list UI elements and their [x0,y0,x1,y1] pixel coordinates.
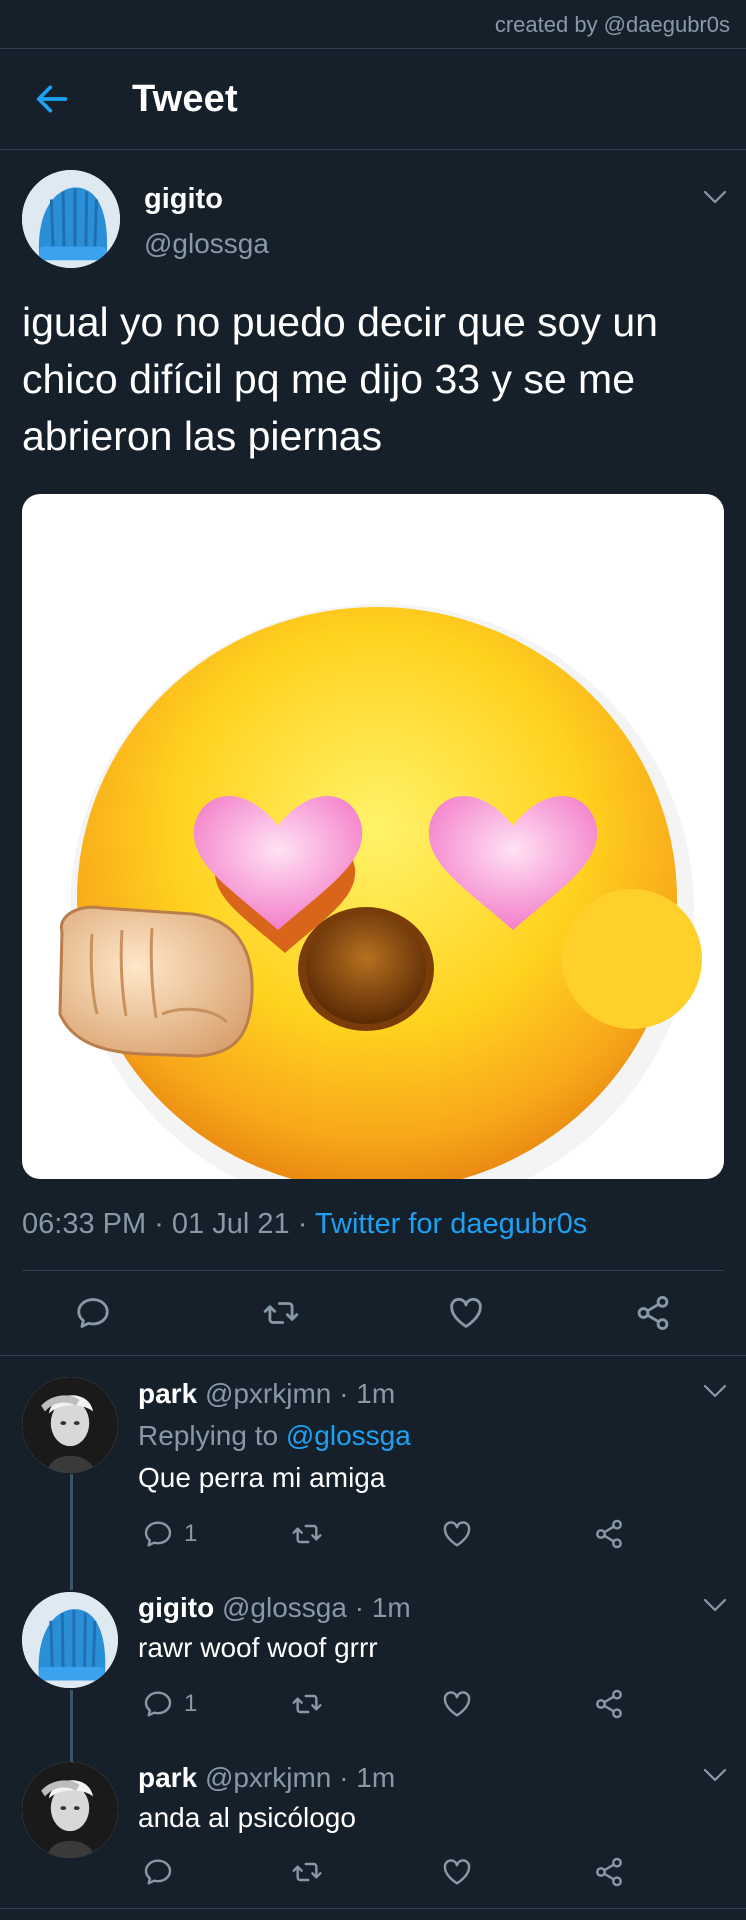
replying-to: Replying to @glossga [138,1420,411,1452]
reply-button[interactable]: 1 [142,1688,197,1720]
reply-text: Que perra mi amiga [138,1462,386,1493]
heart-icon [441,1518,473,1550]
reply-text: anda al psicólogo [138,1802,356,1833]
like-button[interactable] [441,1688,473,1720]
app-header: Tweet [0,50,746,148]
watermark-credit: created by @daegubr0s [494,12,730,37]
replying-to-label: Replying to [138,1420,286,1451]
arrow-left-icon [36,85,68,113]
meta-separator: · [297,1208,315,1240]
share-button[interactable] [634,1294,672,1332]
reply-icon [142,1856,174,1888]
divider [22,1270,724,1271]
like-button[interactable] [441,1856,473,1888]
reply-time: 1m [356,1762,396,1793]
reply-count: 1 [184,1690,198,1717]
chevron-down-icon[interactable] [703,190,727,204]
reply-count: 1 [184,1520,198,1547]
reply-header: park @pxrkjmn · 1m [138,1378,395,1410]
chevron-down-icon[interactable] [703,1598,727,1612]
share-button[interactable] [593,1518,625,1550]
reply-icon [142,1518,174,1550]
author-handle[interactable]: @glossga [144,228,269,260]
tweet-image[interactable] [22,494,724,1179]
reply-author-name[interactable]: gigito [138,1592,214,1623]
meta-separator: · [339,1762,357,1793]
retweet-button[interactable] [291,1518,323,1550]
reply-header: gigito @glossga · 1m [138,1592,411,1624]
page-title: Tweet [132,78,238,120]
mention-link[interactable]: @glossga [286,1420,411,1451]
share-icon [634,1294,672,1332]
share-icon [593,1518,625,1550]
tweet-meta: 06:33 PM · 01 Jul 21 · Twitter for daegu… [22,1208,587,1241]
retweet-icon [262,1294,300,1332]
meta-separator: · [154,1208,172,1240]
retweet-icon [291,1688,323,1720]
tweet-text: igual yo no puedo decir que soy un chico… [22,299,658,459]
retweet-button[interactable] [291,1688,323,1720]
reply-button[interactable] [142,1856,184,1888]
avatar[interactable] [22,1377,118,1473]
share-icon [593,1688,625,1720]
back-button[interactable] [32,79,72,119]
like-button[interactable] [441,1518,473,1550]
reply-author-name[interactable]: park [138,1762,197,1793]
like-button[interactable] [447,1294,485,1332]
meta-separator: · [354,1592,372,1623]
chevron-down-icon[interactable] [703,1768,727,1782]
reply-icon [74,1294,112,1332]
reply-time: 1m [356,1378,396,1409]
tweet-source-link[interactable]: Twitter for daegubr0s [315,1208,587,1240]
reply-button[interactable] [74,1294,112,1332]
divider [0,48,746,49]
divider [0,1908,746,1909]
reply-text: rawr woof woof grrr [138,1632,378,1663]
reply-author-handle[interactable]: @pxrkjmn [205,1762,331,1793]
thread-line [70,1474,73,1590]
thread-line [70,1690,73,1762]
retweet-button[interactable] [262,1294,300,1332]
avatar[interactable] [22,1762,118,1858]
reply-author-handle[interactable]: @pxrkjmn [205,1378,331,1409]
retweet-icon [291,1856,323,1888]
divider [0,149,746,150]
share-button[interactable] [593,1688,625,1720]
retweet-icon [291,1518,323,1550]
heart-icon [441,1856,473,1888]
divider [0,1355,746,1356]
retweet-button[interactable] [291,1856,323,1888]
heart-icon [441,1688,473,1720]
reply-header: park @pxrkjmn · 1m [138,1762,395,1794]
avatar[interactable] [22,1592,118,1688]
chevron-down-icon[interactable] [703,1384,727,1398]
share-icon [593,1856,625,1888]
share-button[interactable] [593,1856,625,1888]
reply-author-handle[interactable]: @glossga [222,1592,347,1623]
heart-eyes-emoji-image [58,604,702,1179]
author-name[interactable]: gigito [144,183,223,216]
reply-icon [142,1688,174,1720]
reply-button[interactable]: 1 [142,1518,197,1550]
reply-author-name[interactable]: park [138,1378,197,1409]
tweet-date: 01 Jul 21 [171,1208,290,1240]
tweet-time: 06:33 PM [22,1208,147,1240]
avatar[interactable] [22,170,120,268]
reply-time: 1m [371,1592,411,1623]
meta-separator: · [339,1378,357,1409]
heart-icon [447,1294,485,1332]
